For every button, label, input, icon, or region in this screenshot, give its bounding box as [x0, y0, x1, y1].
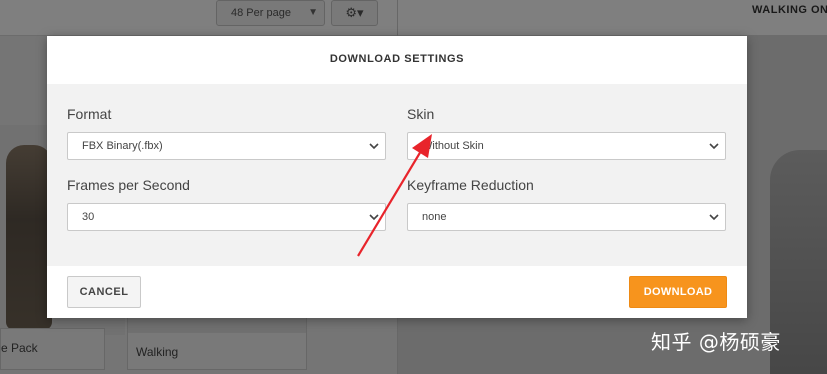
fps-label: Frames per Second	[67, 177, 190, 193]
fps-field: Frames per Second	[67, 176, 190, 194]
fps-select-value: 30	[82, 211, 95, 223]
fps-select[interactable]: 30	[67, 203, 386, 231]
skin-select[interactable]: Without Skin	[407, 132, 726, 160]
chevron-down-icon	[709, 214, 719, 221]
skin-label: Skin	[407, 106, 435, 122]
dialog-footer: CANCEL DOWNLOAD	[47, 266, 747, 318]
skin-field: Skin	[407, 105, 434, 123]
watermark-text: 知乎 @杨硕豪	[651, 330, 781, 354]
chevron-down-icon	[709, 143, 719, 150]
format-field: Format	[67, 105, 111, 123]
dialog-header: DOWNLOAD SETTINGS	[47, 36, 747, 84]
format-label: Format	[67, 106, 112, 122]
format-select[interactable]: FBX Binary(.fbx)	[67, 132, 386, 160]
download-button[interactable]: DOWNLOAD	[629, 276, 727, 308]
dialog-title: DOWNLOAD SETTINGS	[329, 53, 465, 65]
format-select-value: FBX Binary(.fbx)	[82, 140, 163, 152]
keyframe-reduction-select[interactable]: none	[407, 203, 726, 231]
cancel-button[interactable]: CANCEL	[67, 276, 141, 308]
annotation-arrow-icon	[357, 134, 432, 257]
